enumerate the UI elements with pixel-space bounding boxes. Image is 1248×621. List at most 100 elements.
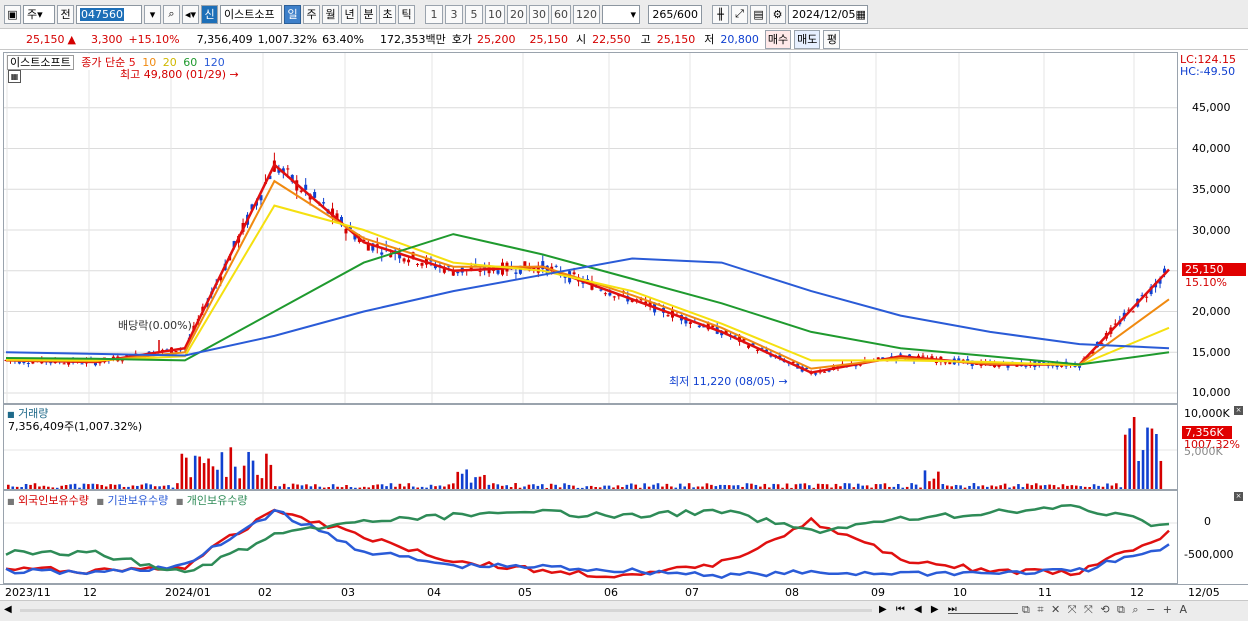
volume-bar [162, 485, 166, 489]
volume-bar [420, 486, 424, 489]
candle-body [402, 258, 406, 262]
volume-bar [1043, 485, 1047, 489]
price-panel[interactable]: 이스트소프트 종가 단순 5 10 20 60 120 ▦ 최고 49,800 … [3, 52, 1178, 404]
volume-bar [11, 486, 15, 489]
volume-bar [1070, 485, 1074, 489]
volume-bar [380, 484, 384, 489]
legend-individual: 개인보유수량 [186, 494, 248, 507]
volume-bar [305, 484, 308, 489]
change-pct: +15.10% [128, 32, 180, 46]
volume-bar [914, 484, 918, 489]
tool-icons[interactable]: ⧉ ⌗ ✕ ⤧ ⤧ ⟲ ⧉ ⌕ − + A [1022, 603, 1189, 617]
close-icon[interactable]: × [1234, 492, 1243, 501]
volume-bar [527, 484, 531, 489]
volume-bar [727, 485, 731, 489]
table-icon[interactable]: ▦ [8, 70, 21, 83]
volume-bar [354, 487, 357, 489]
period-tick[interactable]: 틱 [398, 4, 416, 24]
code-value: 047560 [80, 7, 124, 21]
volume-bar [892, 486, 896, 489]
ma-line-5 [5, 162, 1170, 374]
volume-bar [959, 485, 962, 489]
minute-step-5[interactable]: 5 [465, 4, 484, 24]
volume-bar [460, 473, 464, 489]
volume-bar [452, 483, 455, 489]
scroll-left-icon[interactable]: ◀ [4, 604, 12, 615]
eval-button[interactable]: 평 [823, 29, 841, 49]
volume-bar [136, 485, 139, 489]
price-chart[interactable] [4, 53, 1177, 403]
volume-bar [69, 484, 72, 489]
zoom-slider[interactable] [948, 607, 1018, 614]
volume-bar [398, 483, 402, 489]
save-icon[interactable]: ▤ [750, 4, 768, 24]
period-month[interactable]: 월 [322, 4, 340, 24]
x-label-2023-11: 2023/11 [5, 586, 51, 599]
volume-bar [185, 457, 188, 489]
code-input[interactable]: 047560 [76, 4, 142, 24]
prev-button[interactable]: 전 [57, 4, 74, 24]
volume-bar [572, 485, 575, 489]
period-minute[interactable]: 분 [360, 4, 378, 24]
volume-bar [932, 478, 936, 489]
minute-step-1[interactable]: 1 [425, 4, 444, 24]
volume-bar [928, 481, 931, 489]
period-second[interactable]: 초 [379, 4, 397, 24]
candle-body [299, 190, 303, 192]
volume-bar [750, 483, 753, 489]
count-value: 265 [652, 7, 674, 21]
volume-bar [7, 484, 10, 489]
volume-panel[interactable]: ■ 거래량 7,356,409주(1,007.32%) [3, 404, 1178, 490]
minute-step-20[interactable]: 20 [507, 4, 528, 24]
candle-icon[interactable]: ╫ [712, 4, 730, 24]
volume-bar [919, 487, 922, 489]
volume-bar [1048, 484, 1051, 489]
sell-button[interactable]: 매도 [794, 29, 821, 49]
volume-value: 7,356,409주(1,007.32%) [8, 420, 143, 433]
volume-bar [91, 483, 95, 489]
minute-step-10[interactable]: 10 [485, 4, 506, 24]
volume-bar [874, 484, 878, 489]
volume-bar [158, 486, 161, 489]
speaker-icon[interactable]: ◂▾ [182, 4, 200, 24]
buy-button[interactable]: 매수 [764, 29, 792, 49]
period-year[interactable]: 년 [341, 4, 359, 24]
sin-button[interactable]: 신 [201, 4, 219, 24]
volume-bar [923, 470, 927, 489]
minute-step-60[interactable]: 60 [551, 4, 572, 24]
search-icon[interactable]: ⌕ [163, 4, 180, 24]
stock-name-field[interactable]: 이스트소프 [220, 4, 283, 24]
market-select[interactable]: 주 ▾ [23, 4, 55, 24]
candle-body [572, 272, 576, 275]
volume-bar [1052, 485, 1056, 489]
minute-step-3[interactable]: 3 [445, 4, 464, 24]
volume-chart[interactable] [4, 405, 1177, 489]
volume-bar [616, 485, 620, 489]
legend-institution: 기관보유수량 [107, 494, 169, 507]
date-field[interactable]: 2024/12/05 ▦ [788, 4, 869, 24]
volume-value: 7,356,409 [196, 32, 253, 46]
volume-bar [193, 455, 197, 489]
close-icon[interactable]: × [1234, 406, 1243, 415]
tool-icon[interactable]: ⤢ [731, 4, 749, 24]
candle-body [514, 272, 518, 274]
minute-step-120[interactable]: 120 [573, 4, 601, 24]
dropdown-icon[interactable]: ▾ [144, 4, 161, 24]
amount-value: 172,353백만 [380, 33, 446, 46]
gear-icon[interactable]: ⚙ [769, 4, 787, 24]
calendar-icon[interactable]: ▦ [855, 8, 865, 21]
scroll-track[interactable] [20, 609, 872, 612]
period-week[interactable]: 주 [303, 4, 321, 24]
holdings-panel[interactable]: ■ 외국인보유수량 ■ 기관보유수량 ■ 개인보유수량 [3, 490, 1178, 584]
count-field[interactable]: 265/600 [648, 4, 703, 24]
volume-bar [816, 483, 820, 489]
period-day[interactable]: 일 [284, 4, 302, 24]
volume-bar [300, 485, 304, 489]
minute-step-30[interactable]: 30 [529, 4, 550, 24]
volume-bar [220, 452, 224, 489]
volume-bar [367, 487, 371, 489]
custom-step-select[interactable]: ▾ [602, 4, 641, 24]
scroll-bar[interactable]: ◀ ▶ ⏮ ◀ ▶ ⏭ ⧉ ⌗ ✕ ⤧ ⤧ ⟲ ⧉ ⌕ − + A [0, 600, 1248, 621]
window-icon[interactable]: ▣ [4, 4, 21, 24]
volume-bar [1092, 484, 1096, 489]
